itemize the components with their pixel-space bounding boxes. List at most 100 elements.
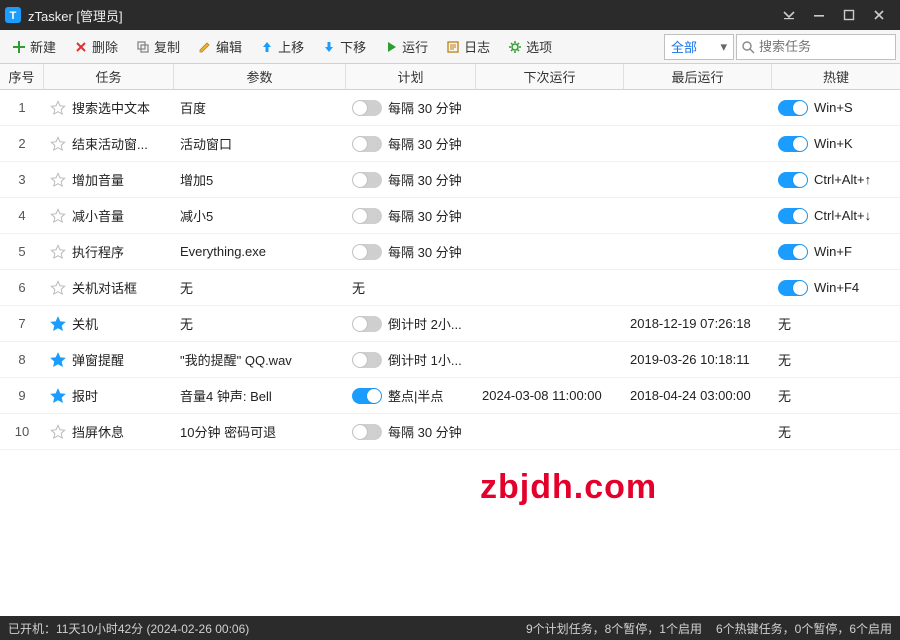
app-logo-icon: T (4, 6, 22, 24)
search-box[interactable] (736, 34, 896, 60)
plan-toggle[interactable] (352, 208, 382, 224)
plan-toggle[interactable] (352, 100, 382, 116)
new-button[interactable]: 新建 (4, 34, 64, 60)
filter-selected-label: 全部 (671, 37, 697, 56)
col-header-plan[interactable]: 计划 (346, 64, 476, 89)
cell-plan: 每隔 30 分钟 (346, 134, 476, 153)
cell-hotkey: Win+F (772, 244, 900, 260)
star-icon[interactable] (50, 388, 66, 404)
plan-toggle[interactable] (352, 424, 382, 440)
plan-text: 每隔 30 分钟 (388, 170, 462, 189)
col-header-next[interactable]: 下次运行 (476, 64, 624, 89)
plan-text: 每隔 30 分钟 (388, 422, 462, 441)
menu-dropdown-button[interactable] (774, 0, 804, 30)
cell-plan: 每隔 30 分钟 (346, 170, 476, 189)
hotkey-toggle[interactable] (778, 136, 808, 152)
plan-toggle[interactable] (352, 136, 382, 152)
star-icon[interactable] (50, 280, 66, 296)
col-header-param[interactable]: 参数 (174, 64, 346, 89)
plan-toggle[interactable] (352, 388, 382, 404)
cell-hotkey: Ctrl+Alt+↑ (772, 172, 900, 188)
cell-plan: 无 (346, 278, 476, 297)
statusbar: 已开机： 11天10小时42分 (2024-02-26 00:06) 9个计划任… (0, 616, 900, 640)
star-icon[interactable] (50, 208, 66, 224)
table-row[interactable]: 7关机无倒计时 2小...2018-12-19 07:26:18无 (0, 306, 900, 342)
plan-toggle[interactable] (352, 244, 382, 260)
table-row[interactable]: 2结束活动窗...活动窗口每隔 30 分钟Win+K (0, 126, 900, 162)
cell-hotkey: 无 (772, 422, 900, 441)
options-button[interactable]: 选项 (500, 34, 560, 60)
table-row[interactable]: 9报时音量4 钟声: Bell整点|半点2024-03-08 11:00:002… (0, 378, 900, 414)
run-button[interactable]: 运行 (376, 34, 436, 60)
table-row[interactable]: 3增加音量增加5每隔 30 分钟Ctrl+Alt+↑ (0, 162, 900, 198)
task-name: 关机 (72, 314, 98, 333)
movedown-button[interactable]: 下移 (314, 34, 374, 60)
caret-down-icon: ▾ (720, 39, 727, 55)
maximize-button[interactable] (834, 0, 864, 30)
col-header-hotkey[interactable]: 热键 (772, 64, 900, 89)
moveup-button[interactable]: 上移 (252, 34, 312, 60)
hotkey-text: 无 (778, 350, 791, 369)
log-icon (446, 40, 460, 54)
plan-toggle[interactable] (352, 172, 382, 188)
star-icon[interactable] (50, 424, 66, 440)
hotkey-toggle[interactable] (778, 208, 808, 224)
cell-param: 无 (174, 278, 346, 297)
plan-text: 每隔 30 分钟 (388, 134, 462, 153)
hotkey-text: Ctrl+Alt+↑ (814, 172, 871, 187)
table-row[interactable]: 8弹窗提醒"我的提醒" QQ.wav倒计时 1小...2019-03-26 10… (0, 342, 900, 378)
cell-idx: 1 (0, 100, 44, 115)
cell-param: 活动窗口 (174, 134, 346, 153)
log-label: 日志 (464, 37, 490, 56)
table-row[interactable]: 5执行程序Everything.exe每隔 30 分钟Win+F (0, 234, 900, 270)
plan-text: 每隔 30 分钟 (388, 242, 462, 261)
star-icon[interactable] (50, 352, 66, 368)
cell-task: 关机 (44, 314, 174, 333)
table-row[interactable]: 1搜索选中文本百度每隔 30 分钟Win+S (0, 90, 900, 126)
hotkey-toggle[interactable] (778, 172, 808, 188)
hotkey-text: 无 (778, 386, 791, 405)
cell-idx: 8 (0, 352, 44, 367)
hotkey-toggle[interactable] (778, 280, 808, 296)
hotkey-text: Win+K (814, 136, 853, 151)
hotkey-toggle[interactable] (778, 244, 808, 260)
col-header-idx[interactable]: 序号 (0, 64, 44, 89)
cell-task: 减小音量 (44, 206, 174, 225)
log-button[interactable]: 日志 (438, 34, 498, 60)
star-icon[interactable] (50, 172, 66, 188)
star-icon[interactable] (50, 316, 66, 332)
copy-button[interactable]: 复制 (128, 34, 188, 60)
cell-plan: 倒计时 1小... (346, 350, 476, 369)
hotkey-toggle[interactable] (778, 100, 808, 116)
cell-hotkey: Win+K (772, 136, 900, 152)
cell-plan: 每隔 30 分钟 (346, 206, 476, 225)
arrow-up-icon (260, 40, 274, 54)
close-button[interactable] (864, 0, 894, 30)
plan-text: 每隔 30 分钟 (388, 98, 462, 117)
table-row[interactable]: 4减小音量减小5每隔 30 分钟Ctrl+Alt+↓ (0, 198, 900, 234)
edit-button[interactable]: 编辑 (190, 34, 250, 60)
star-icon[interactable] (50, 136, 66, 152)
cell-last: 2018-04-24 03:00:00 (624, 388, 772, 403)
cell-hotkey: Win+S (772, 100, 900, 116)
star-icon[interactable] (50, 244, 66, 260)
plan-toggle[interactable] (352, 316, 382, 332)
col-header-last[interactable]: 最后运行 (624, 64, 772, 89)
hotkey-text: Win+F (814, 244, 852, 259)
plan-text: 无 (352, 278, 365, 297)
hotkey-text: 无 (778, 314, 791, 333)
task-grid[interactable]: 1搜索选中文本百度每隔 30 分钟Win+S2结束活动窗...活动窗口每隔 30… (0, 90, 900, 616)
delete-button[interactable]: 删除 (66, 34, 126, 60)
col-header-task[interactable]: 任务 (44, 64, 174, 89)
cell-hotkey: Win+F4 (772, 280, 900, 296)
table-row[interactable]: 10挡屏休息10分钟 密码可退每隔 30 分钟无 (0, 414, 900, 450)
star-icon[interactable] (50, 100, 66, 116)
delete-label: 删除 (92, 37, 118, 56)
minimize-button[interactable] (804, 0, 834, 30)
filter-select[interactable]: 全部 ▾ (664, 34, 734, 60)
cell-param: 减小5 (174, 206, 346, 225)
plan-toggle[interactable] (352, 352, 382, 368)
search-input[interactable] (759, 39, 900, 54)
table-row[interactable]: 6关机对话框无无Win+F4 (0, 270, 900, 306)
plan-text: 整点|半点 (388, 386, 443, 405)
